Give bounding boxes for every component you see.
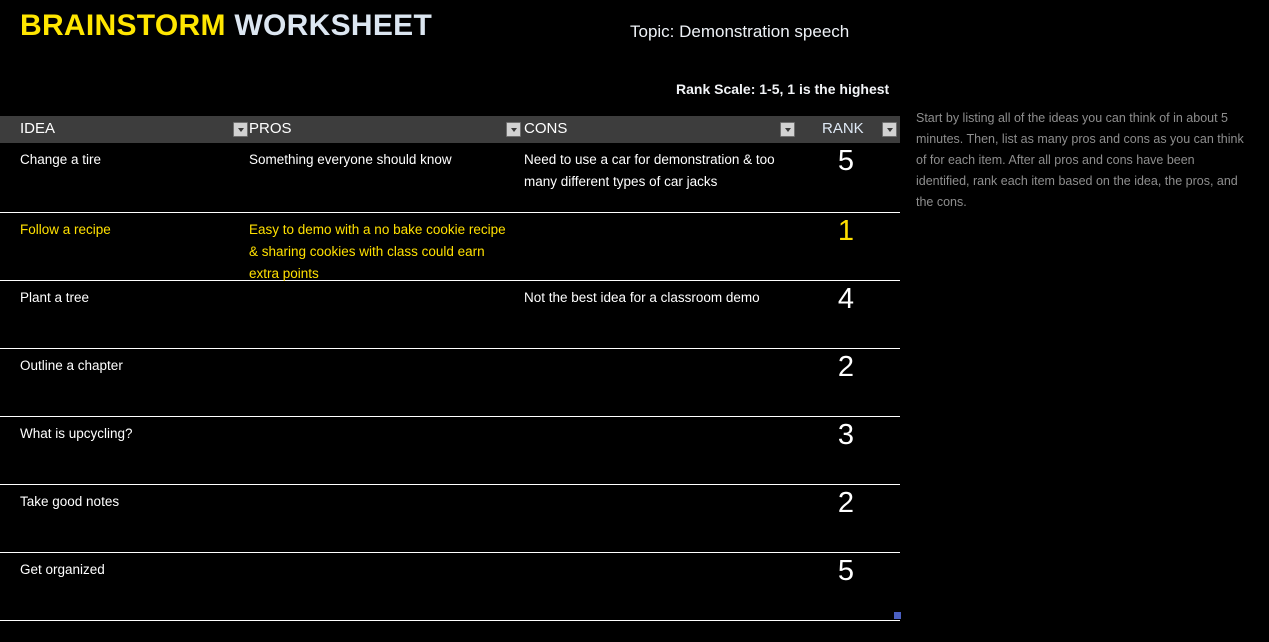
filter-dropdown-icon-cons[interactable] — [780, 122, 795, 137]
cell-idea[interactable]: What is upcycling? — [20, 423, 235, 445]
column-header-rank: RANK — [822, 120, 864, 137]
cell-idea[interactable]: Take good notes — [20, 491, 235, 513]
filter-dropdown-icon-rank[interactable] — [882, 122, 897, 137]
brainstorm-table: IDEA PROS CONS RANK Change a tire Somethi… — [0, 116, 900, 621]
table-row[interactable]: Plant a tree Not the best idea for a clas… — [0, 281, 900, 349]
cell-rank[interactable]: 2 — [815, 349, 877, 385]
cell-rank[interactable]: 5 — [815, 143, 877, 179]
cell-rank[interactable]: 1 — [815, 213, 877, 249]
column-header-pros: PROS — [249, 120, 292, 137]
cell-pros[interactable]: Something everyone should know — [249, 149, 511, 171]
table-body: Change a tire Something everyone should k… — [0, 143, 900, 621]
title-brainstorm: BRAINSTORM — [20, 9, 226, 42]
table-header-row: IDEA PROS CONS RANK — [0, 116, 900, 143]
cell-idea[interactable]: Change a tire — [20, 149, 235, 171]
cell-cons[interactable]: Not the best idea for a classroom demo — [524, 287, 806, 309]
cell-rank[interactable]: 5 — [815, 553, 877, 589]
worksheet-header: BRAINSTORM WORKSHEET Topic: Demonstratio… — [0, 0, 1269, 110]
table-row[interactable]: Outline a chapter 2 — [0, 349, 900, 417]
cell-idea[interactable]: Outline a chapter — [20, 355, 235, 377]
table-row[interactable]: What is upcycling? 3 — [0, 417, 900, 485]
chevron-down-icon — [886, 127, 893, 132]
column-header-cons: CONS — [524, 120, 568, 137]
table-resize-handle[interactable] — [894, 612, 901, 619]
table-row[interactable]: Get organized 5 — [0, 553, 900, 621]
rank-scale-label: Rank Scale: 1-5, 1 is the highest — [676, 81, 890, 97]
table-row[interactable]: Follow a recipe Easy to demo with a no ba… — [0, 213, 900, 281]
chevron-down-icon — [510, 127, 517, 132]
instructions-text: Start by listing all of the ideas you ca… — [916, 111, 1244, 209]
cell-rank[interactable]: 4 — [815, 281, 877, 317]
chevron-down-icon — [784, 127, 791, 132]
table-row[interactable]: Take good notes 2 — [0, 485, 900, 553]
cell-rank[interactable]: 3 — [815, 417, 877, 453]
page-title: BRAINSTORM WORKSHEET — [20, 9, 432, 43]
cell-idea[interactable]: Plant a tree — [20, 287, 235, 309]
column-header-idea: IDEA — [20, 120, 56, 137]
cell-cons[interactable]: Need to use a car for demonstration & to… — [524, 149, 806, 193]
filter-dropdown-icon-idea[interactable] — [233, 122, 248, 137]
cell-idea[interactable]: Follow a recipe — [20, 219, 235, 241]
cell-rank[interactable]: 2 — [815, 485, 877, 521]
table-row[interactable]: Change a tire Something everyone should k… — [0, 143, 900, 213]
topic-label: Topic: Demonstration speech — [630, 22, 850, 41]
cell-pros[interactable]: Easy to demo with a no bake cookie recip… — [249, 219, 511, 285]
cell-idea[interactable]: Get organized — [20, 559, 235, 581]
filter-dropdown-icon-pros[interactable] — [506, 122, 521, 137]
title-worksheet: WORKSHEET — [234, 9, 433, 42]
chevron-down-icon — [237, 127, 244, 132]
